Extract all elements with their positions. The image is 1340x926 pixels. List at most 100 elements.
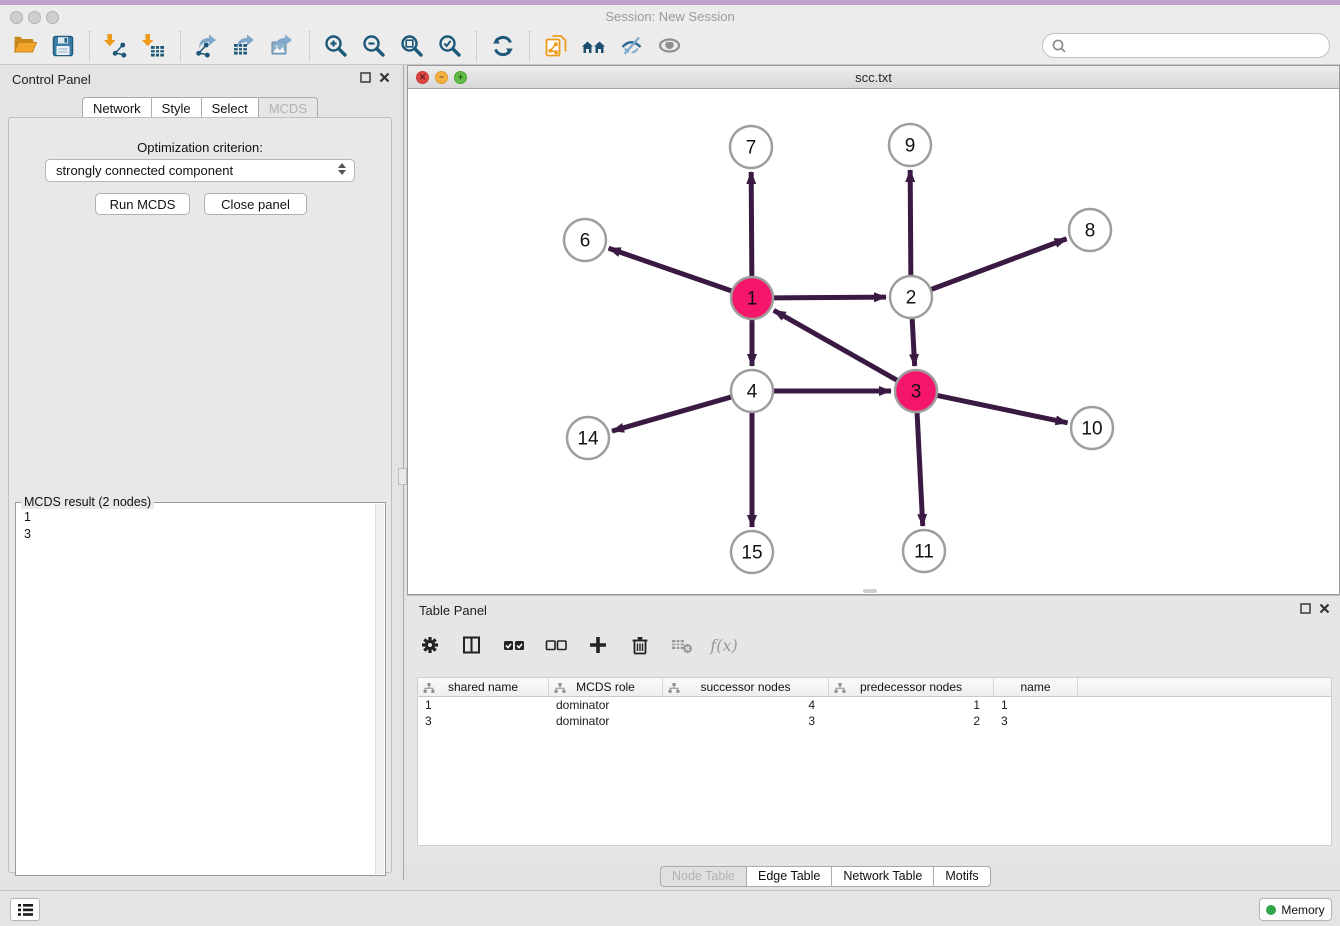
column-header-MCDS-role[interactable]: MCDS role xyxy=(549,678,663,696)
graph-edge-2-8[interactable] xyxy=(931,239,1067,290)
tab-network-table[interactable]: Network Table xyxy=(831,866,933,887)
zoom-fit-button[interactable] xyxy=(393,29,431,63)
node-label: 9 xyxy=(905,136,916,157)
save-session-button[interactable] xyxy=(44,29,82,63)
network-window-titlebar[interactable]: ✕ − + scc.txt xyxy=(408,66,1339,89)
function-builder-icon: f(x) xyxy=(710,636,737,655)
table-cell[interactable]: dominator xyxy=(549,713,663,729)
graph-node-3[interactable]: 3 xyxy=(895,370,937,412)
first-neighbors-button[interactable] xyxy=(575,29,613,63)
network-view-window: ✕ − + scc.txt 1 2 3 4 6 7 8 9 10 11 14 15 xyxy=(407,65,1340,595)
graph-edge-1-7[interactable] xyxy=(751,172,752,277)
close-panel-button[interactable]: Close panel xyxy=(204,193,307,215)
float-table-panel-icon[interactable] xyxy=(1300,603,1311,614)
toolbar-separator xyxy=(309,31,310,61)
clone-network-button[interactable] xyxy=(537,29,575,63)
optimization-criterion-select[interactable]: strongly connected component xyxy=(45,159,355,182)
memory-button[interactable]: Memory xyxy=(1259,898,1332,921)
task-history-button[interactable] xyxy=(10,898,40,921)
close-table-panel-icon[interactable] xyxy=(1319,603,1330,614)
run-mcds-button[interactable]: Run MCDS xyxy=(95,193,190,215)
export-image-button[interactable] xyxy=(264,29,302,63)
graph-edge-1-6[interactable] xyxy=(609,248,733,291)
graph-edge-3-1[interactable] xyxy=(774,310,898,380)
zoom-out-button[interactable] xyxy=(355,29,393,63)
graph-node-1[interactable]: 1 xyxy=(731,277,773,319)
table-row[interactable]: 3dominator323 xyxy=(418,713,1331,729)
graph-edge-4-14[interactable] xyxy=(612,397,732,431)
import-table-button[interactable] xyxy=(135,29,173,63)
mcds-result-title: MCDS result (2 nodes) xyxy=(21,495,154,509)
tab-node-table[interactable]: Node Table xyxy=(660,866,746,887)
delete-column-button[interactable] xyxy=(627,632,653,658)
graph-node-10[interactable]: 10 xyxy=(1071,407,1113,449)
zoom-in-button[interactable] xyxy=(317,29,355,63)
result-scrollbar[interactable] xyxy=(375,504,384,874)
search-field[interactable] xyxy=(1042,33,1330,58)
toolbar-separator xyxy=(180,31,181,61)
graph-edge-2-3[interactable] xyxy=(912,318,915,366)
column-type-icon xyxy=(834,682,846,694)
graph-edge-1-2[interactable] xyxy=(773,297,886,298)
graph-edge-2-9[interactable] xyxy=(910,170,911,276)
show-all-button[interactable] xyxy=(651,29,689,63)
export-network-button[interactable] xyxy=(188,29,226,63)
table-cell[interactable]: 1 xyxy=(994,697,1078,713)
table-cell[interactable]: dominator xyxy=(549,697,663,713)
canvas-scroll-grip[interactable] xyxy=(863,589,877,593)
column-header-successor-nodes[interactable]: successor nodes xyxy=(663,678,829,696)
table-cell[interactable]: 3 xyxy=(418,713,549,729)
table-cell[interactable]: 3 xyxy=(994,713,1078,729)
column-header-label: MCDS role xyxy=(576,680,635,694)
zoom-selected-button[interactable] xyxy=(431,29,469,63)
column-settings-gear-button[interactable] xyxy=(417,632,443,658)
mcds-result-list[interactable]: 1 3 xyxy=(16,503,385,549)
graph-node-15[interactable]: 15 xyxy=(731,531,773,573)
graph-node-2[interactable]: 2 xyxy=(890,276,932,318)
delete-table-icon xyxy=(671,634,693,656)
table-cell[interactable]: 2 xyxy=(829,713,994,729)
node-label: 14 xyxy=(577,429,599,450)
hide-selected-button[interactable] xyxy=(613,29,651,63)
search-input[interactable] xyxy=(1067,39,1307,53)
table-cell[interactable]: 3 xyxy=(663,713,829,729)
column-header-shared-name[interactable]: shared name xyxy=(418,678,549,696)
column-header-predecessor-nodes[interactable]: predecessor nodes xyxy=(829,678,994,696)
column-header-label: shared name xyxy=(448,680,518,694)
graph-node-7[interactable]: 7 xyxy=(730,126,772,168)
graph-node-11[interactable]: 11 xyxy=(903,530,945,572)
deselect-all-button[interactable] xyxy=(543,632,569,658)
tab-motifs[interactable]: Motifs xyxy=(933,866,990,887)
table-cell[interactable]: 1 xyxy=(829,697,994,713)
graph-node-14[interactable]: 14 xyxy=(567,417,609,459)
toggle-panel-button[interactable] xyxy=(459,632,485,658)
graph-node-6[interactable]: 6 xyxy=(564,219,606,261)
import-network-icon xyxy=(103,33,129,59)
export-table-button[interactable] xyxy=(226,29,264,63)
graph-node-9[interactable]: 9 xyxy=(889,124,931,166)
table-cell[interactable]: 4 xyxy=(663,697,829,713)
panel-divider-grip[interactable] xyxy=(398,468,407,485)
tab-edge-table[interactable]: Edge Table xyxy=(746,866,831,887)
node-table: shared name MCDS role successor nodesprede… xyxy=(417,677,1332,846)
float-panel-icon[interactable] xyxy=(360,72,371,83)
import-network-button[interactable] xyxy=(97,29,135,63)
add-column-button[interactable] xyxy=(585,632,611,658)
graph-node-4[interactable]: 4 xyxy=(731,370,773,412)
close-panel-icon[interactable] xyxy=(379,72,390,83)
apply-layout-button[interactable] xyxy=(484,29,522,63)
graph-edge-3-10[interactable] xyxy=(937,395,1068,423)
network-graph: 1 2 3 4 6 7 8 9 10 11 14 15 xyxy=(408,89,1339,594)
graph-node-8[interactable]: 8 xyxy=(1069,209,1111,251)
column-header-name[interactable]: name xyxy=(994,678,1078,696)
network-canvas[interactable]: 1 2 3 4 6 7 8 9 10 11 14 15 xyxy=(408,89,1339,594)
graph-edge-3-11[interactable] xyxy=(917,412,923,526)
select-all-icon xyxy=(503,634,525,656)
table-panel: Table Panel f(x) shared nameMCDS rolesuc… xyxy=(407,595,1340,865)
open-session-button[interactable] xyxy=(6,29,44,63)
select-all-button[interactable] xyxy=(501,632,527,658)
node-label: 2 xyxy=(906,288,917,309)
table-cell[interactable]: 1 xyxy=(418,697,549,713)
memory-label: Memory xyxy=(1281,903,1324,917)
table-row[interactable]: 1dominator411 xyxy=(418,697,1331,713)
